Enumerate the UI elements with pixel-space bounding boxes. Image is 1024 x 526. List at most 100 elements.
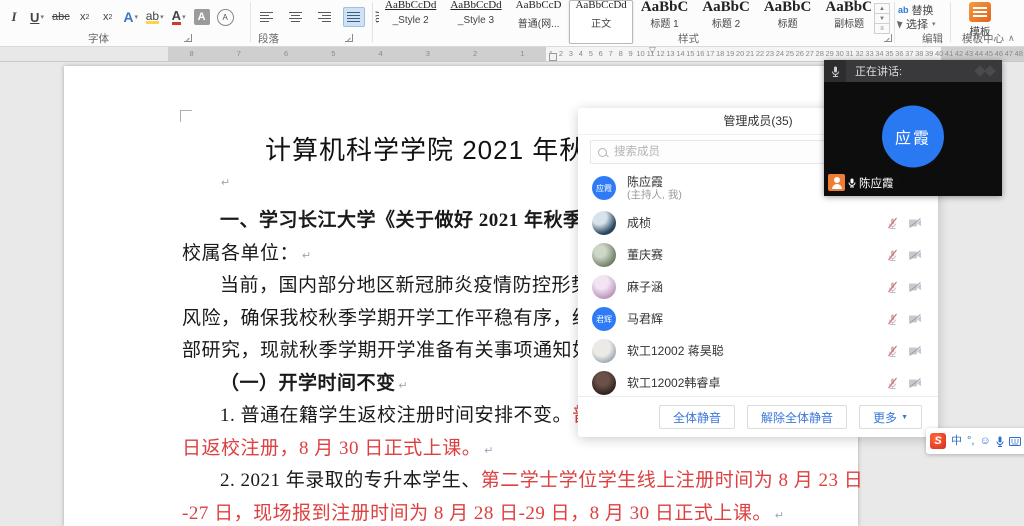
- caret-down-icon: ▼: [901, 414, 908, 421]
- member-row[interactable]: 成桢: [578, 207, 938, 239]
- avatar: [592, 339, 616, 363]
- style-chip[interactable]: AaBbCcDd_Style 2: [379, 0, 442, 44]
- ruler-text-area: 1234567891011121314151617181920212223242…: [546, 47, 1024, 61]
- unmute-all-button[interactable]: 解除全体静音: [747, 405, 847, 429]
- emoji-icon[interactable]: ☺: [979, 436, 990, 447]
- gallery-expand-icon[interactable]: ≡: [874, 24, 890, 34]
- group-separator: [250, 2, 251, 42]
- search-icon: [598, 148, 607, 157]
- camera-off-icon[interactable]: [908, 281, 922, 293]
- paragraph-group-label: 段落: [258, 31, 279, 46]
- left-indent-marker[interactable]: [549, 53, 557, 61]
- ruler-left-margin: 87654321: [168, 47, 546, 61]
- avatar: [592, 211, 616, 235]
- word-ribbon: I U▾ abc x2 x2 A▾ ab▾ A▾ A A ▾ ▾ ▾ 字体 段落…: [0, 0, 1024, 47]
- more-button[interactable]: 更多▼: [859, 405, 922, 429]
- styles-gallery: AaBbCcDd_Style 2 AaBbCcDd_Style 3 AaBbCc…: [379, 0, 871, 44]
- avatar: [592, 243, 616, 267]
- soft-keyboard-icon[interactable]: [1009, 437, 1021, 446]
- gallery-scroll-down-icon[interactable]: ▼: [874, 14, 890, 24]
- camera-off-icon[interactable]: [908, 345, 922, 357]
- template-icon: [969, 2, 991, 22]
- first-line-indent-marker[interactable]: ▽: [649, 45, 656, 56]
- replace-icon: ab: [898, 5, 909, 15]
- style-chip-selected[interactable]: AaBbCcDd正文: [569, 0, 632, 44]
- mic-icon: [848, 178, 856, 188]
- mic-muted-icon[interactable]: [886, 281, 899, 294]
- group-separator: [950, 2, 951, 42]
- member-row[interactable]: 董庆赛: [578, 239, 938, 271]
- punctuation-icon[interactable]: °,: [967, 436, 974, 447]
- member-name: 董庆赛: [627, 248, 663, 262]
- pilcrow-mark: ↵: [221, 176, 230, 189]
- font-color-icon: A: [172, 10, 181, 25]
- font-color-button[interactable]: A▾: [171, 7, 187, 27]
- styles-gallery-scroll: ▲ ▼ ≡: [874, 3, 888, 34]
- camera-off-icon[interactable]: [908, 217, 922, 229]
- mic-muted-icon[interactable]: [886, 249, 899, 262]
- mic-muted-icon[interactable]: [886, 313, 899, 326]
- enclose-character-button[interactable]: A: [217, 7, 234, 27]
- mic-muted-icon[interactable]: [886, 217, 899, 230]
- member-name: 陈应霞: [627, 175, 682, 189]
- font-dialog-launcher-icon[interactable]: [184, 34, 192, 42]
- camera-off-icon[interactable]: [908, 313, 922, 325]
- text-effects-button[interactable]: A▾: [123, 7, 139, 27]
- sogou-logo[interactable]: S: [930, 433, 946, 449]
- text-boundary-mark: [180, 110, 192, 122]
- collapse-ribbon-icon[interactable]: ∧: [1008, 33, 1015, 44]
- style-chip[interactable]: AaBbC副标题: [819, 0, 871, 44]
- avatar: 应霞: [592, 176, 616, 200]
- avatar: 君辉: [592, 307, 616, 331]
- meeting-logo-icon: [976, 67, 994, 75]
- doc-line: 2. 2021 年录取的专升本学生、第二学士学位学生线上注册时间为 8 月 23…: [220, 465, 866, 492]
- camera-off-icon[interactable]: [908, 249, 922, 261]
- paragraph-dialog-launcher-icon[interactable]: [345, 34, 353, 42]
- highlight-button[interactable]: ab▾: [146, 7, 164, 27]
- align-left-button[interactable]: [256, 7, 278, 27]
- styles-dialog-launcher-icon[interactable]: [884, 34, 892, 42]
- member-row[interactable]: 软工12002 蒋昊聪: [578, 335, 938, 367]
- voice-input-icon[interactable]: [996, 436, 1004, 447]
- chevron-down-icon: ▾: [40, 13, 44, 21]
- speaker-name-tag: 陈应霞: [828, 174, 899, 191]
- member-name: 麻子涵: [627, 280, 663, 294]
- panel-footer: 全体静音 解除全体静音 更多▼: [578, 396, 938, 437]
- speaker-name: 陈应霞: [859, 175, 894, 191]
- member-role: (主持人, 我): [627, 189, 682, 202]
- mute-all-button[interactable]: 全体静音: [659, 405, 735, 429]
- chinese-mode-icon[interactable]: 中: [951, 436, 962, 447]
- mic-muted-icon[interactable]: [886, 377, 899, 390]
- camera-off-icon[interactable]: [908, 377, 922, 389]
- gallery-scroll-up-icon[interactable]: ▲: [874, 3, 890, 14]
- group-separator: [894, 2, 895, 42]
- style-chip[interactable]: AaBbCcD普通(网...: [510, 0, 568, 44]
- meeting-video-window[interactable]: 正在讲话: 应霞 陈应霞: [824, 60, 1002, 196]
- member-row[interactable]: 软工12002韩睿卓: [578, 367, 938, 396]
- member-row[interactable]: 君辉 马君辉: [578, 303, 938, 335]
- subscript-button[interactable]: x2: [77, 7, 93, 27]
- doc-line: 校属各单位：↵: [182, 238, 312, 265]
- strikethrough-button[interactable]: abc: [52, 7, 70, 27]
- member-row[interactable]: 麻子涵: [578, 271, 938, 303]
- font-group-label: 字体: [88, 31, 109, 46]
- style-chip[interactable]: AaBbC标题: [758, 0, 818, 44]
- text-effects-icon: A: [123, 9, 133, 25]
- align-right-button[interactable]: [314, 7, 336, 27]
- ime-toolbar[interactable]: S 中 °, ☺ ▦: [926, 428, 1024, 454]
- character-shading-button[interactable]: A: [194, 7, 210, 27]
- italic-button[interactable]: I: [6, 7, 22, 27]
- align-right-icon: [317, 11, 332, 23]
- justify-button[interactable]: [343, 7, 365, 27]
- superscript-button[interactable]: x2: [100, 7, 116, 27]
- underline-button[interactable]: U▾: [29, 7, 45, 27]
- mic-icon: [824, 60, 846, 82]
- style-chip[interactable]: AaBbC标题 2: [696, 0, 756, 44]
- avatar: [592, 275, 616, 299]
- mic-muted-icon[interactable]: [886, 345, 899, 358]
- style-chip[interactable]: AaBbCcDd_Style 3: [444, 0, 507, 44]
- align-center-button[interactable]: [285, 7, 307, 27]
- select-button[interactable]: 选择▾: [898, 17, 936, 31]
- replace-button[interactable]: ab替换: [898, 3, 936, 17]
- member-name: 软工12002韩睿卓: [627, 376, 720, 390]
